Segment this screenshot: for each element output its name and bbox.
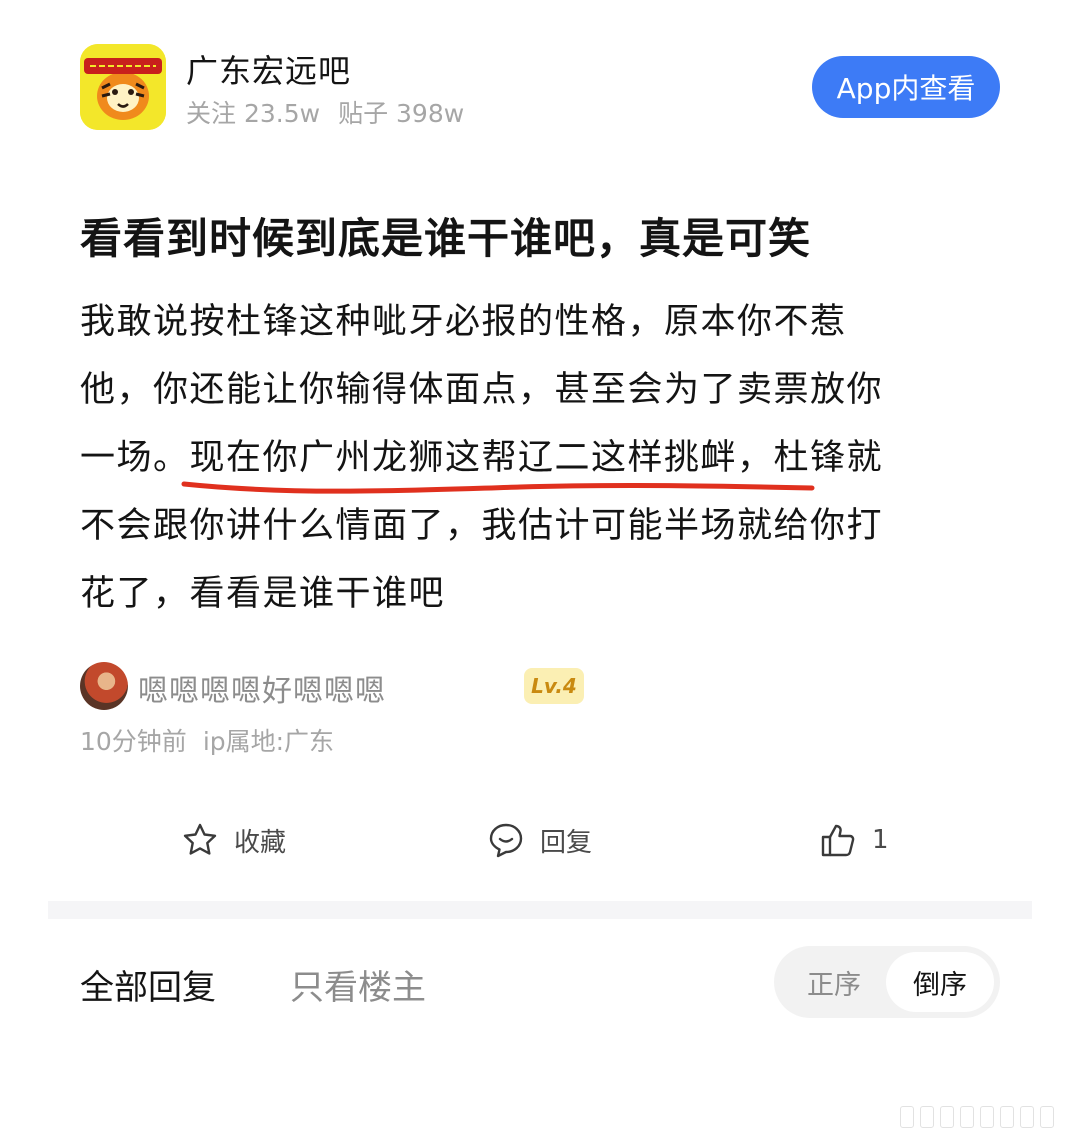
thumbs-up-icon (821, 824, 855, 857)
post-body-line: 一场。现在你广州龙狮这帮辽二这样挑衅，杜锋就 (80, 438, 884, 478)
favorite-label: 收藏 (234, 827, 287, 858)
open-in-app-button[interactable]: App内查看 (812, 56, 1000, 118)
like-count: 1 (872, 825, 889, 855)
post-meta: 10分钟前 ip属地:广东 (80, 722, 350, 758)
post-body: 我敢说按杜锋这种呲牙必报的性格，原本你不惹 他，你还能让你输得体面点，甚至会为了… (80, 288, 980, 628)
star-icon (183, 823, 217, 855)
author-name[interactable]: 嗯嗯嗯嗯好嗯嗯嗯 (138, 666, 386, 710)
post-title: 看看到时候到底是谁干谁吧，真是可笑 (80, 214, 812, 263)
post-body-line: 我敢说按杜锋这种呲牙必报的性格，原本你不惹 (80, 302, 847, 342)
sort-descending-option[interactable]: 倒序 (886, 952, 994, 1012)
like-button[interactable]: 1 (818, 812, 889, 868)
post-body-line: 花了，看看是谁干谁吧 (80, 574, 446, 614)
action-bar: 收藏 回复 1 (0, 812, 1080, 868)
post-body-line: 不会跟你讲什么情面了，我估计可能半场就给你打 (80, 506, 884, 546)
ip-location: ip属地:广东 (202, 727, 335, 756)
sort-ascending-option[interactable]: 正序 (780, 952, 888, 1012)
comment-icon (489, 823, 523, 858)
forum-header: 广东宏远吧 关注 23.5w 贴子 398w App内查看 (80, 42, 1000, 132)
posts-count: 贴子 398w (338, 99, 465, 128)
post-time: 10分钟前 (80, 727, 187, 756)
level-badge: Lv.4 (524, 668, 584, 704)
forum-name[interactable]: 广东宏远吧 (186, 46, 351, 92)
avatar[interactable] (80, 662, 128, 710)
reply-label: 回复 (540, 827, 593, 858)
tab-owner-only[interactable]: 只看楼主 (290, 960, 426, 1009)
followers-count: 关注 23.5w (186, 99, 321, 128)
sort-toggle: 正序 倒序 (774, 946, 1000, 1018)
post-body-line: 他，你还能让你输得体面点，甚至会为了卖票放你 (80, 370, 884, 410)
tab-all-replies[interactable]: 全部回复 (80, 960, 216, 1009)
section-divider (48, 901, 1032, 919)
author-info: 嗯嗯嗯嗯好嗯嗯嗯 Lv.4 (80, 660, 680, 712)
tiger-logo-icon (80, 44, 166, 130)
reply-button[interactable]: 回复 (486, 812, 592, 868)
favorite-button[interactable]: 收藏 (180, 812, 286, 868)
forum-stats: 关注 23.5w 贴子 398w (186, 94, 482, 130)
forum-logo[interactable] (80, 44, 166, 130)
watermark (900, 1104, 1070, 1130)
